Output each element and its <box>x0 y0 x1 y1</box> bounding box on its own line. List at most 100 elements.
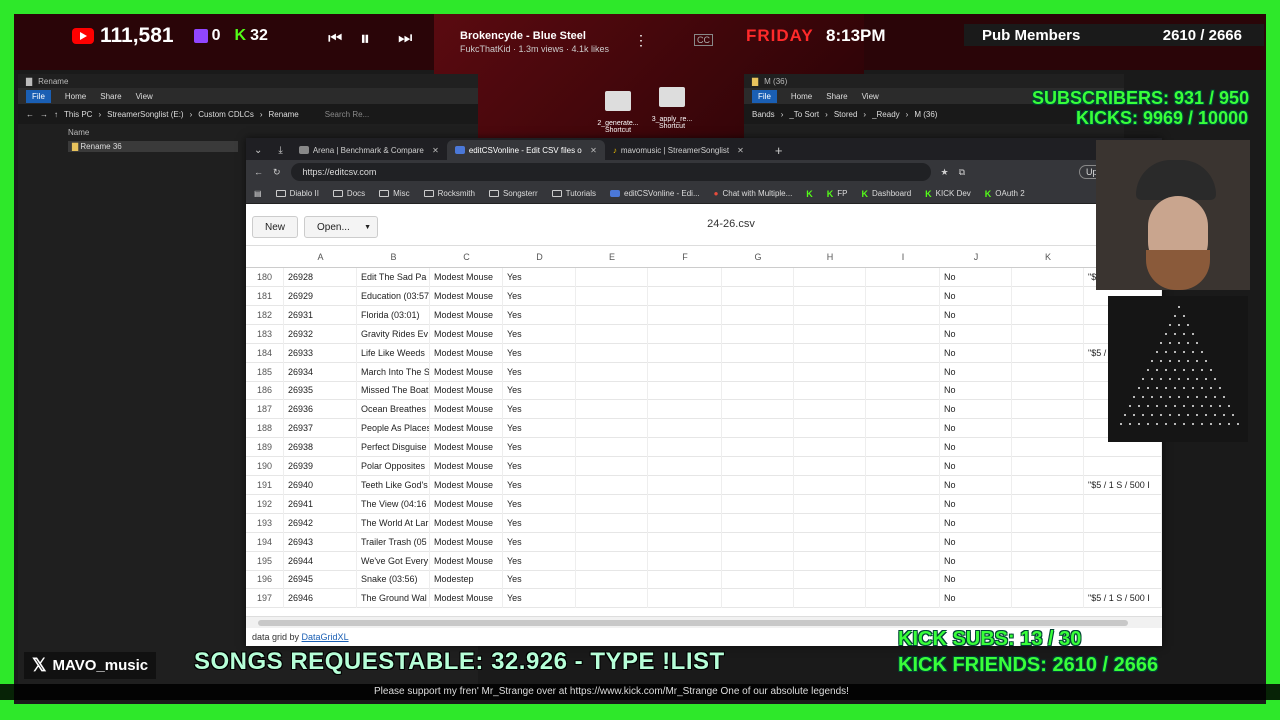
bookmark-docs[interactable]: Docs <box>332 189 365 198</box>
file-item[interactable]: ▇ Rename 36 <box>68 141 238 152</box>
grid-cell-e[interactable] <box>576 286 648 306</box>
grid-cell-b[interactable]: Teeth Like God's <box>357 475 430 495</box>
url-field[interactable]: https://editcsv.com <box>290 163 931 181</box>
row-number[interactable]: 194 <box>246 532 284 552</box>
tab-streamersonglist[interactable]: ♪ mavomusic | StreamerSonglist ✕ <box>605 140 765 160</box>
grid-cell-i[interactable] <box>866 513 940 533</box>
column-header-g[interactable]: G <box>722 246 794 268</box>
grid-cell-f[interactable] <box>648 324 722 344</box>
grid-cell-a[interactable]: 26937 <box>284 419 357 439</box>
grid-cell-h[interactable] <box>794 362 866 382</box>
grid-cell-h[interactable] <box>794 419 866 439</box>
grid-cell-j[interactable]: No <box>940 494 1012 514</box>
up-icon[interactable]: ↑ <box>54 110 58 119</box>
desktop-shortcut[interactable]: 3_apply_re... Shortcut <box>650 80 694 130</box>
path-segment[interactable]: Rename <box>269 110 299 119</box>
path-segment[interactable]: _To Sort <box>789 110 819 119</box>
data-grid[interactable]: ABCDEFGHIJKL18026928Edit The Sad PaModes… <box>246 246 1162 616</box>
previous-icon[interactable]: ⏮ <box>328 30 342 48</box>
grid-cell-c[interactable]: Modest Mouse <box>430 457 503 476</box>
grid-cell-h[interactable] <box>794 400 866 420</box>
grid-cell-h[interactable] <box>794 268 866 287</box>
grid-cell-i[interactable] <box>866 551 940 571</box>
grid-cell-k[interactable] <box>1012 532 1084 552</box>
grid-cell-b[interactable]: Life Like Weeds <box>357 343 430 363</box>
grid-cell-e[interactable] <box>576 532 648 552</box>
path-segment[interactable]: StreamerSonglist (E:) <box>107 110 183 119</box>
grid-cell-f[interactable] <box>648 438 722 458</box>
table-row[interactable]: 195 26944 We've Got Every Modest Mouse Yes No <box>246 551 1162 571</box>
column-header-d[interactable]: D <box>503 246 576 268</box>
path-segment[interactable]: This PC <box>64 110 92 119</box>
grid-cell-l[interactable] <box>1084 551 1162 571</box>
grid-cell-k[interactable] <box>1012 494 1084 514</box>
grid-cell-k[interactable] <box>1012 551 1084 571</box>
row-number[interactable]: 181 <box>246 286 284 306</box>
bookmark-fp[interactable]: K FP <box>827 189 848 199</box>
ribbon-home[interactable]: Home <box>791 92 812 101</box>
apps-icon[interactable]: ▤ <box>254 189 262 198</box>
grid-cell-c[interactable]: Modest Mouse <box>430 438 503 458</box>
ribbon-home[interactable]: Home <box>65 92 86 101</box>
grid-cell-b[interactable]: Polar Opposites <box>357 457 430 476</box>
next-icon[interactable]: ⏭ <box>398 30 412 48</box>
grid-cell-f[interactable] <box>648 419 722 439</box>
grid-cell-d[interactable]: Yes <box>503 324 576 344</box>
ribbon-file[interactable]: File <box>26 89 51 103</box>
grid-cell-h[interactable] <box>794 438 866 458</box>
tab-arena[interactable]: Arena | Benchmark & Compare the ✕ <box>291 140 447 160</box>
grid-cell-g[interactable] <box>722 457 794 476</box>
new-button[interactable]: New <box>252 216 298 238</box>
grid-cell-g[interactable] <box>722 532 794 552</box>
grid-cell-a[interactable]: 26935 <box>284 381 357 401</box>
grid-cell-j[interactable]: No <box>940 513 1012 533</box>
grid-cell-e[interactable] <box>576 268 648 287</box>
table-row[interactable]: 191 26940 Teeth Like God's Modest Mouse Yes N… <box>246 475 1162 495</box>
grid-cell-j[interactable]: No <box>940 400 1012 420</box>
row-number[interactable]: 193 <box>246 513 284 533</box>
grid-cell-j[interactable]: No <box>940 362 1012 382</box>
grid-cell-i[interactable] <box>866 362 940 382</box>
grid-cell-g[interactable] <box>722 589 794 609</box>
ribbon-file[interactable]: File <box>752 89 777 103</box>
grid-cell-c[interactable]: Modest Mouse <box>430 513 503 533</box>
grid-cell-j[interactable]: No <box>940 268 1012 287</box>
grid-cell-b[interactable]: Perfect Disguise <box>357 438 430 458</box>
grid-cell-d[interactable]: Yes <box>503 475 576 495</box>
row-number[interactable]: 188 <box>246 419 284 439</box>
row-number[interactable]: 182 <box>246 305 284 325</box>
reload-icon[interactable]: ↻ <box>273 167 281 178</box>
grid-cell-k[interactable] <box>1012 381 1084 401</box>
forward-icon[interactable]: → <box>40 110 48 119</box>
row-number[interactable]: 196 <box>246 570 284 590</box>
grid-cell-f[interactable] <box>648 286 722 306</box>
grid-cell-c[interactable]: Modest Mouse <box>430 494 503 514</box>
grid-cell-j[interactable]: No <box>940 475 1012 495</box>
ribbon-view[interactable]: View <box>136 92 153 101</box>
grid-cell-j[interactable]: No <box>940 286 1012 306</box>
path-segment[interactable]: Bands <box>752 110 775 119</box>
datagridxl-link[interactable]: DataGridXL <box>302 632 349 642</box>
row-number[interactable]: 183 <box>246 324 284 344</box>
grid-cell-e[interactable] <box>576 551 648 571</box>
column-header-i[interactable]: I <box>866 246 940 268</box>
grid-cell-b[interactable]: Education (03:57 <box>357 286 430 306</box>
grid-cell-g[interactable] <box>722 343 794 363</box>
grid-cell-i[interactable] <box>866 381 940 401</box>
extensions-icon[interactable]: ⧉ <box>959 167 965 178</box>
row-number[interactable]: 197 <box>246 589 284 609</box>
grid-cell-c[interactable]: Modest Mouse <box>430 400 503 420</box>
grid-cell-j[interactable]: No <box>940 381 1012 401</box>
grid-cell-a[interactable]: 26942 <box>284 513 357 533</box>
explorer-address-bar[interactable]: ← → ↑ This PC › StreamerSonglist (E:) › … <box>18 104 478 124</box>
table-row[interactable]: 197 26946 The Ground Wal Modest Mouse Yes No "… <box>246 589 1162 609</box>
column-header-e[interactable]: E <box>576 246 648 268</box>
grid-cell-d[interactable]: Yes <box>503 419 576 439</box>
grid-cell-g[interactable] <box>722 475 794 495</box>
captions-icon[interactable]: CC <box>694 34 713 46</box>
grid-cell-b[interactable]: Trailer Trash (05 <box>357 532 430 552</box>
grid-cell-b[interactable]: Snake (03:56) <box>357 570 430 590</box>
grid-cell-a[interactable]: 26943 <box>284 532 357 552</box>
grid-cell-f[interactable] <box>648 457 722 476</box>
grid-cell-d[interactable]: Yes <box>503 400 576 420</box>
